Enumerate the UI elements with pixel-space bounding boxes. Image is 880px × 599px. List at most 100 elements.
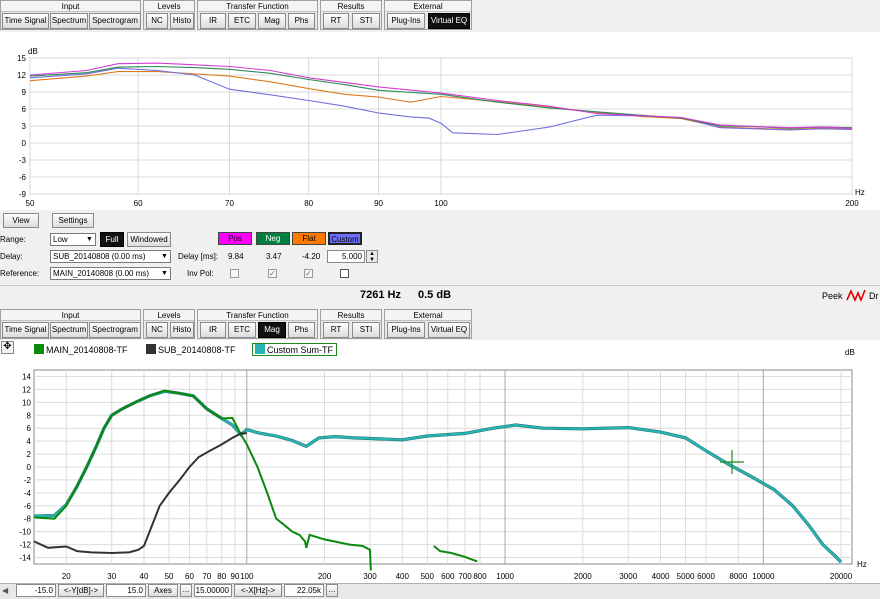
combo-neg-delay: 3.47: [266, 252, 282, 261]
bottom-group-input: Input Time Signal Spectrum Spectrogram: [0, 309, 141, 339]
bottom-ytick: -12: [19, 541, 31, 550]
top-ir-button[interactable]: IR: [200, 13, 226, 29]
ymax-input[interactable]: 15.0: [106, 584, 146, 597]
axes-more-button[interactable]: ...: [180, 584, 192, 597]
spinner-down-icon[interactable]: ▼: [367, 257, 377, 263]
xmin-input[interactable]: 15.00000: [194, 584, 232, 597]
combo-custom-invpol-checkbox[interactable]: [340, 269, 349, 278]
peek-label: Peek: [822, 291, 843, 301]
bottom-ytick: 14: [22, 372, 31, 381]
axes-button[interactable]: Axes: [148, 584, 178, 597]
settings-tab[interactable]: Settings: [52, 213, 94, 228]
range-select[interactable]: Low ▼: [50, 233, 96, 246]
bottom-spectrogram-button[interactable]: Spectrogram: [89, 322, 141, 338]
bottom-virtual-eq-button[interactable]: Virtual EQ: [428, 322, 470, 338]
bottom-mag-button[interactable]: Mag: [258, 322, 286, 338]
top-xtick: 60: [134, 199, 143, 208]
bottom-group-results: Results RT STI: [320, 309, 382, 339]
bottom-ytick: 10: [22, 398, 31, 407]
combo-flat-invpol-checkbox[interactable]: ✓: [304, 269, 313, 278]
bottom-phs-button[interactable]: Phs: [288, 322, 315, 338]
bottom-histo-button[interactable]: Histo: [170, 322, 194, 338]
bottom-xtick: 700: [458, 572, 472, 581]
more-button[interactable]: ...: [326, 584, 338, 597]
bottom-xtick: 40: [140, 572, 149, 581]
top-time-signal-button[interactable]: Time Signal: [2, 13, 49, 29]
bottom-nc-button[interactable]: NC: [146, 322, 168, 338]
scroll-left-icon[interactable]: ◀: [2, 585, 12, 597]
top-plug-ins-button[interactable]: Plug-Ins: [387, 13, 425, 29]
delay-spinner[interactable]: ▲ ▼: [366, 250, 378, 263]
top-nc-button[interactable]: NC: [146, 13, 168, 29]
bottom-xtick: 60: [185, 572, 194, 581]
bottom-xtick: 90: [231, 572, 240, 581]
top-group-title: Transfer Function: [198, 1, 317, 12]
bottom-group-title: External: [385, 310, 471, 321]
range-select-value: Low: [53, 235, 68, 244]
bottom-group-transfer-function: Transfer Function IR ETC Mag Phs: [197, 309, 318, 339]
combo-flat-button[interactable]: Flat: [292, 232, 326, 245]
top-virtual-eq-button[interactable]: Virtual EQ: [428, 13, 470, 29]
range-label: Range:: [0, 235, 26, 244]
top-ytick: 3: [22, 122, 27, 131]
view-tab[interactable]: View: [3, 213, 39, 228]
top-etc-button[interactable]: ETC: [228, 13, 256, 29]
windowed-button[interactable]: Windowed: [127, 232, 171, 247]
top-group-title: Input: [1, 1, 140, 12]
top-spectrogram-button[interactable]: Spectrogram: [89, 13, 141, 29]
top-group-title: Results: [321, 1, 381, 12]
bottom-rt-button[interactable]: RT: [323, 322, 349, 338]
reference-select[interactable]: MAIN_20140808 (0.00 ms) ▼: [50, 267, 171, 280]
delay-select[interactable]: SUB_20140808 (0.00 ms) ▼: [50, 250, 171, 263]
custom-delay-input[interactable]: 5.000: [327, 250, 365, 263]
combo-neg-button[interactable]: Neg: [256, 232, 290, 245]
top-xtick: 50: [26, 199, 35, 208]
bottom-xtick: 100: [240, 572, 254, 581]
chevron-down-icon: ▼: [161, 253, 168, 260]
bottom-ytick: 8: [27, 411, 32, 420]
bottom-sti-button[interactable]: STI: [352, 322, 380, 338]
bottom-chart: 14121086420-2-4-6-8-10-12-1420 30 40 50 60 70…: [19, 348, 866, 581]
bottom-time-signal-button[interactable]: Time Signal: [2, 322, 49, 338]
top-xlabel: Hz: [855, 188, 865, 197]
top-ytick: 6: [22, 105, 27, 114]
bottom-ytick: 4: [27, 437, 32, 446]
bottom-xtick: 1000: [496, 572, 514, 581]
full-button[interactable]: Full: [100, 232, 124, 247]
y-range-button[interactable]: <-Y[dB]->: [58, 584, 104, 597]
bottom-ytick: -14: [19, 554, 31, 563]
xmax-input[interactable]: 22.05k: [284, 584, 324, 597]
bottom-ir-button[interactable]: IR: [200, 322, 226, 338]
bottom-group-title: Results: [321, 310, 381, 321]
top-xtick: 100: [434, 199, 448, 208]
top-histo-button[interactable]: Histo: [170, 13, 194, 29]
bottom-xtick: 20: [62, 572, 71, 581]
bottom-ytick: -10: [19, 528, 31, 537]
bottom-ytick: -6: [24, 502, 32, 511]
bottom-xtick: 3000: [619, 572, 637, 581]
combo-neg-invpol-checkbox[interactable]: ✓: [268, 269, 277, 278]
top-ytick: -3: [19, 156, 27, 165]
peek-icon[interactable]: [846, 288, 868, 302]
top-ytick: -9: [19, 190, 27, 199]
chevron-down-icon: ▼: [161, 270, 168, 277]
bottom-group-levels: Levels NC Histo: [143, 309, 195, 339]
bottom-ytick: -8: [24, 515, 32, 524]
top-rt-button[interactable]: RT: [323, 13, 349, 29]
top-xtick: 80: [304, 199, 313, 208]
bottom-spectrum-button[interactable]: Spectrum: [50, 322, 88, 338]
ymin-input[interactable]: -15.0: [16, 584, 56, 597]
bottom-group-title: Transfer Function: [198, 310, 317, 321]
bottom-xtick: 2000: [574, 572, 592, 581]
divider: [0, 285, 880, 286]
top-spectrum-button[interactable]: Spectrum: [50, 13, 88, 29]
top-mag-button[interactable]: Mag: [258, 13, 286, 29]
combo-pos-invpol-checkbox[interactable]: [230, 269, 239, 278]
bottom-etc-button[interactable]: ETC: [228, 322, 256, 338]
x-range-button[interactable]: <-X[Hz]->: [234, 584, 282, 597]
combo-pos-button[interactable]: Pos: [218, 232, 252, 245]
bottom-plug-ins-button[interactable]: Plug-Ins: [387, 322, 425, 338]
top-sti-button[interactable]: STI: [352, 13, 380, 29]
combo-custom-button[interactable]: Custom: [328, 232, 362, 245]
top-phs-button[interactable]: Phs: [288, 13, 315, 29]
